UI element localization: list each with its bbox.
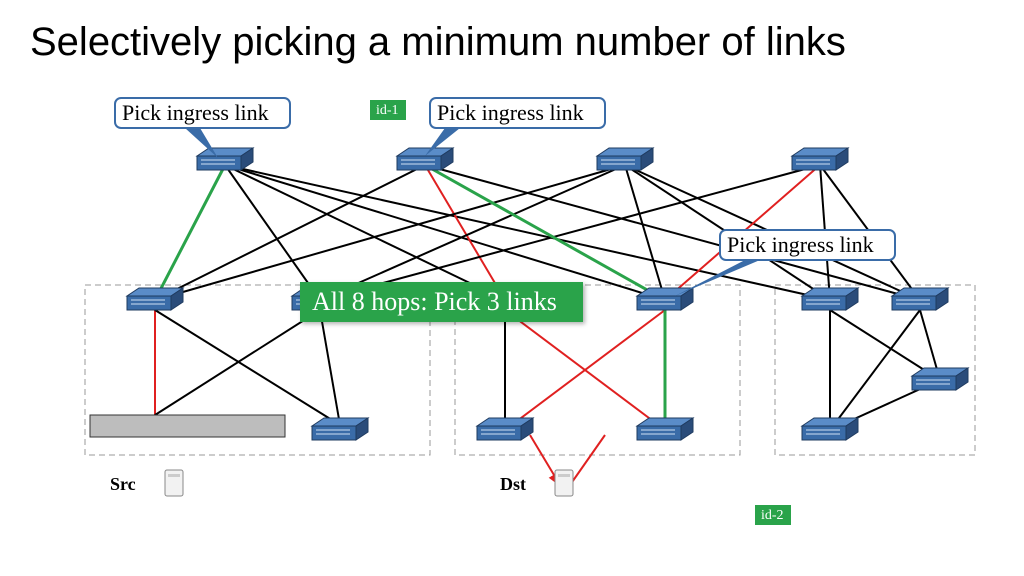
switch-tor-2b bbox=[637, 418, 693, 440]
callout-pick-ingress-s2: Pick ingress link bbox=[425, 98, 605, 156]
svg-text:Pick ingress link: Pick ingress link bbox=[122, 100, 269, 125]
badge-id-2: id-2 bbox=[755, 505, 791, 525]
switch-spine-2 bbox=[397, 148, 453, 170]
summary-box: All 8 hops: Pick 3 links bbox=[300, 282, 583, 322]
switch-spine-3 bbox=[597, 148, 653, 170]
label-src: Src bbox=[110, 474, 136, 494]
switch-tor-3 bbox=[802, 418, 858, 440]
callout-pick-ingress-s1: Pick ingress link bbox=[115, 98, 290, 158]
rack bbox=[90, 415, 285, 437]
badge-id-1: id-1 bbox=[370, 100, 406, 120]
switch-tor-2a bbox=[477, 418, 533, 440]
switch-tor-4 bbox=[912, 368, 968, 390]
server-dst bbox=[555, 470, 573, 496]
svg-text:All 8 hops: Pick 3 links: All 8 hops: Pick 3 links bbox=[312, 287, 557, 316]
server-src bbox=[165, 470, 183, 496]
switch-spine-1 bbox=[197, 148, 253, 170]
svg-text:Pick ingress link: Pick ingress link bbox=[437, 100, 584, 125]
link-tor-dst-2 bbox=[570, 435, 605, 485]
svg-text:Pick ingress link: Pick ingress link bbox=[727, 232, 874, 257]
svg-text:id-1: id-1 bbox=[376, 103, 399, 118]
switch-leaf-6 bbox=[892, 288, 948, 310]
switch-tor-1 bbox=[312, 418, 368, 440]
switch-leaf-1 bbox=[127, 288, 183, 310]
link-green-s1-l1 bbox=[155, 165, 225, 300]
svg-text:id-2: id-2 bbox=[761, 508, 784, 523]
leaf-tor-links bbox=[155, 310, 940, 430]
switch-spine-4 bbox=[792, 148, 848, 170]
label-dst: Dst bbox=[500, 474, 526, 494]
switch-leaf-5 bbox=[802, 288, 858, 310]
